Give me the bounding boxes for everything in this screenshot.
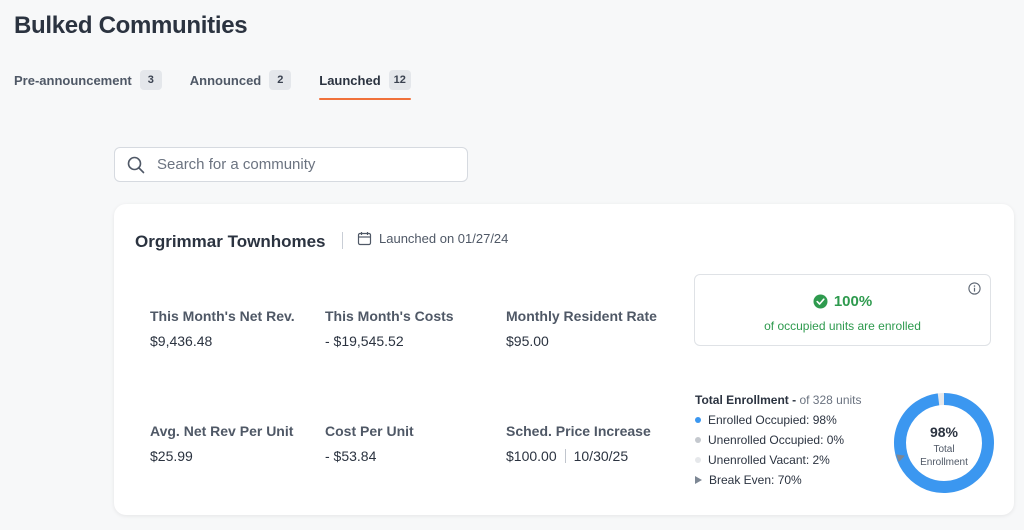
- tab-count-badge: 12: [388, 70, 411, 90]
- metric-value: $9,436.48: [150, 333, 213, 349]
- legend-dot-icon: [695, 457, 701, 463]
- community-card: Orgrimmar Townhomes Launched on 01/27/24…: [114, 204, 1014, 515]
- search-icon: [127, 156, 145, 173]
- donut-enrolled-arc: [894, 393, 994, 493]
- legend-dot-icon: [695, 417, 701, 423]
- break-even-marker-icon: [695, 476, 702, 484]
- metric-label: Avg. Net Rev Per Unit: [150, 423, 294, 439]
- metric-value: $25.99: [150, 448, 193, 464]
- metric-price-increase: Sched. Price Increase $100.00 10/30/25: [506, 423, 651, 464]
- legend-label: Enrolled Occupied: 98%: [708, 413, 837, 427]
- metric-label: Monthly Resident Rate: [506, 308, 657, 324]
- metric-label: Cost Per Unit: [325, 423, 414, 439]
- donut-percent: 98%: [930, 424, 959, 440]
- legend-label: Unenrolled Vacant: 2%: [708, 453, 830, 467]
- legend-title: Total Enrollment - of 328 units: [695, 393, 862, 407]
- metric-cost-per-unit: Cost Per Unit - $53.84: [325, 423, 414, 464]
- enrollment-summary: 100% of occupied units are enrolled: [694, 274, 991, 346]
- tab-launched[interactable]: Launched 12: [319, 70, 411, 100]
- tab-count-badge: 3: [139, 70, 162, 90]
- search-box[interactable]: [114, 147, 468, 182]
- calendar-icon: [357, 232, 372, 246]
- community-name: Orgrimmar Townhomes: [135, 232, 326, 251]
- legend-dot-icon: [695, 437, 701, 443]
- metric-label: This Month's Net Rev.: [150, 308, 295, 324]
- metric-value: $100.00 10/30/25: [506, 448, 651, 464]
- enrollment-subtitle: of occupied units are enrolled: [764, 319, 921, 333]
- legend-label: Break Even: 70%: [709, 473, 802, 487]
- donut-label-line1: Total: [933, 444, 954, 455]
- enrollment-legend: Total Enrollment - of 328 units Enrolled…: [695, 393, 862, 487]
- check-circle-icon: [813, 294, 828, 309]
- value-divider: [564, 449, 566, 463]
- price-increase-date: 10/30/25: [573, 448, 629, 464]
- tab-pre-announcement[interactable]: Pre-announcement 3: [14, 70, 162, 98]
- metric-net-rev: This Month's Net Rev. $9,436.48: [150, 308, 295, 349]
- enrollment-percent-value: 100%: [833, 293, 873, 310]
- launch-date: Launched on 01/27/24: [357, 231, 508, 246]
- page-title: Bulked Communities: [14, 12, 248, 39]
- legend-item: Break Even: 70%: [695, 473, 862, 487]
- title-divider: [342, 232, 343, 249]
- legend-item: Enrolled Occupied: 98%: [695, 413, 862, 427]
- tab-label: Launched: [319, 72, 381, 88]
- tab-label: Pre-announcement: [14, 72, 132, 88]
- launch-date-text: Launched on 01/27/24: [379, 231, 509, 246]
- metric-value: - $53.84: [325, 448, 377, 464]
- metric-costs: This Month's Costs - $19,545.52: [325, 308, 454, 349]
- tab-announced[interactable]: Announced 2: [190, 70, 292, 98]
- legend-label: Unenrolled Occupied: 0%: [708, 433, 845, 447]
- tab-label: Announced: [189, 72, 262, 88]
- metric-value: $95.00: [506, 333, 549, 349]
- legend-item: Unenrolled Occupied: 0%: [695, 433, 862, 447]
- tab-bar: Pre-announcement 3 Announced 2 Launched …: [14, 70, 439, 100]
- metric-resident-rate: Monthly Resident Rate $95.00: [506, 308, 657, 349]
- legend-item: Unenrolled Vacant: 2%: [695, 453, 862, 467]
- price-increase-amount: $100.00: [506, 448, 557, 464]
- tab-count-badge: 2: [269, 70, 292, 90]
- metric-label: Sched. Price Increase: [506, 423, 651, 439]
- metric-value: - $19,545.52: [325, 333, 404, 349]
- metric-label: This Month's Costs: [325, 308, 454, 324]
- legend-units: of 328 units: [799, 393, 862, 407]
- metric-avg-net-rev: Avg. Net Rev Per Unit $25.99: [150, 423, 293, 464]
- search-input[interactable]: [155, 155, 459, 174]
- donut-label-line2: Enrollment: [920, 457, 968, 468]
- enrollment-donut: 98% Total Enrollment: [894, 393, 994, 493]
- enrollment-percent: 100%: [695, 293, 990, 310]
- legend-title-text: Total Enrollment -: [695, 393, 797, 407]
